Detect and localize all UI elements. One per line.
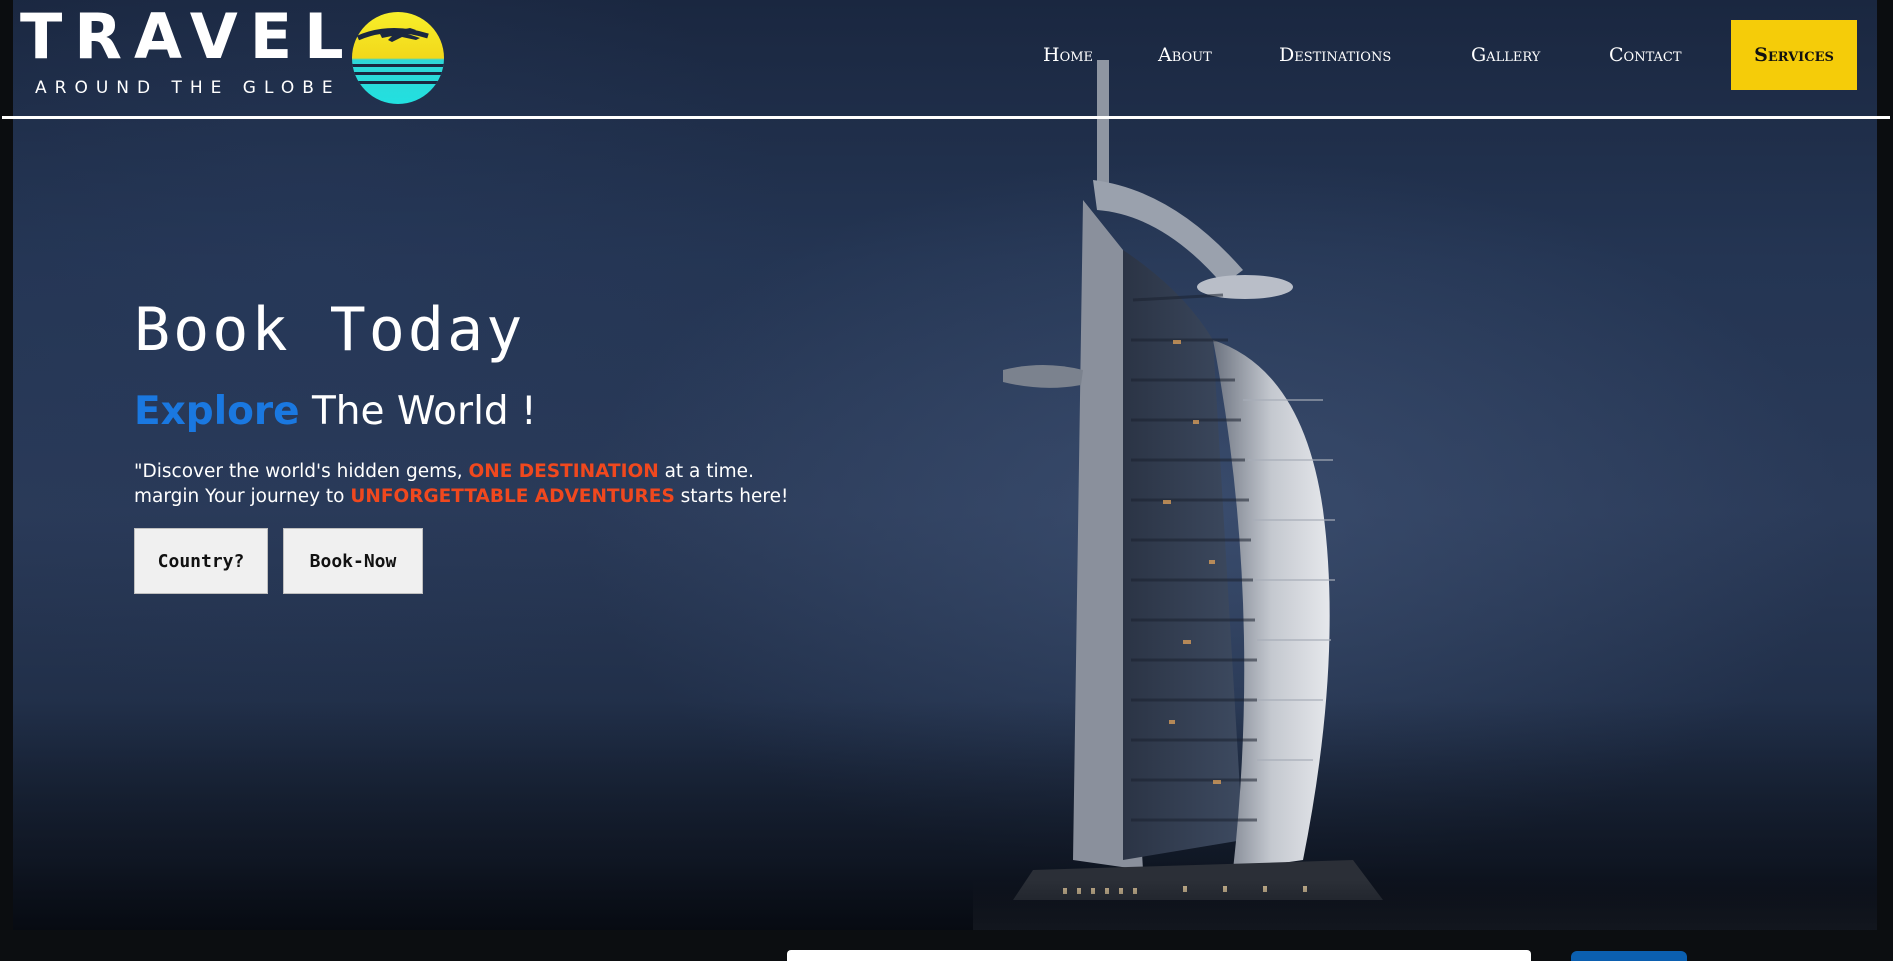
nav-item-destinations[interactable]: Destinations — [1279, 20, 1391, 90]
hero-desc-part1: "Discover the world's hidden gems, — [134, 461, 469, 482]
hero-desc-part2: at a time. — [658, 461, 754, 482]
site-header: TRAVEL AROUND THE GLOBE Home About Desti… — [0, 0, 1893, 119]
hero-desc-part3: margin Your journey to — [134, 486, 351, 507]
nav-item-contact[interactable]: Contact — [1609, 20, 1682, 90]
logo[interactable]: TRAVEL AROUND THE GLOBE — [20, 0, 444, 108]
country-button[interactable]: Country? — [134, 528, 268, 594]
nav-item-gallery[interactable]: Gallery — [1471, 20, 1540, 90]
shoreline — [973, 880, 1877, 930]
book-now-button[interactable]: Book-Now — [283, 528, 423, 594]
services-button[interactable]: Services — [1731, 20, 1857, 90]
hero-subtitle: Explore The World ! — [134, 392, 537, 431]
hero-desc-highlight-1: ONE DESTINATION — [468, 461, 659, 482]
nav-item-about[interactable]: About — [1158, 20, 1212, 90]
search-input[interactable] — [787, 950, 1531, 961]
nav-item-home[interactable]: Home — [1043, 20, 1093, 90]
hero-subtitle-rest: The World ! — [299, 389, 537, 434]
header-divider — [2, 116, 1890, 119]
hero-desc-highlight-2: UNFORGETTABLE ADVENTURES — [350, 486, 675, 507]
hero-subtitle-accent: Explore — [134, 389, 300, 434]
globe-with-airplane-icon — [352, 12, 444, 104]
burj-al-arab-image — [1003, 60, 1383, 900]
hero-description: "Discover the world's hidden gems, ONE D… — [134, 459, 894, 509]
logo-wordmark: TRAVEL — [20, 0, 356, 73]
search-button[interactable] — [1571, 951, 1687, 961]
hero-desc-part4: starts here! — [674, 486, 789, 507]
hero-title: Book Today — [134, 295, 526, 365]
logo-tagline: AROUND THE GLOBE — [35, 78, 341, 98]
